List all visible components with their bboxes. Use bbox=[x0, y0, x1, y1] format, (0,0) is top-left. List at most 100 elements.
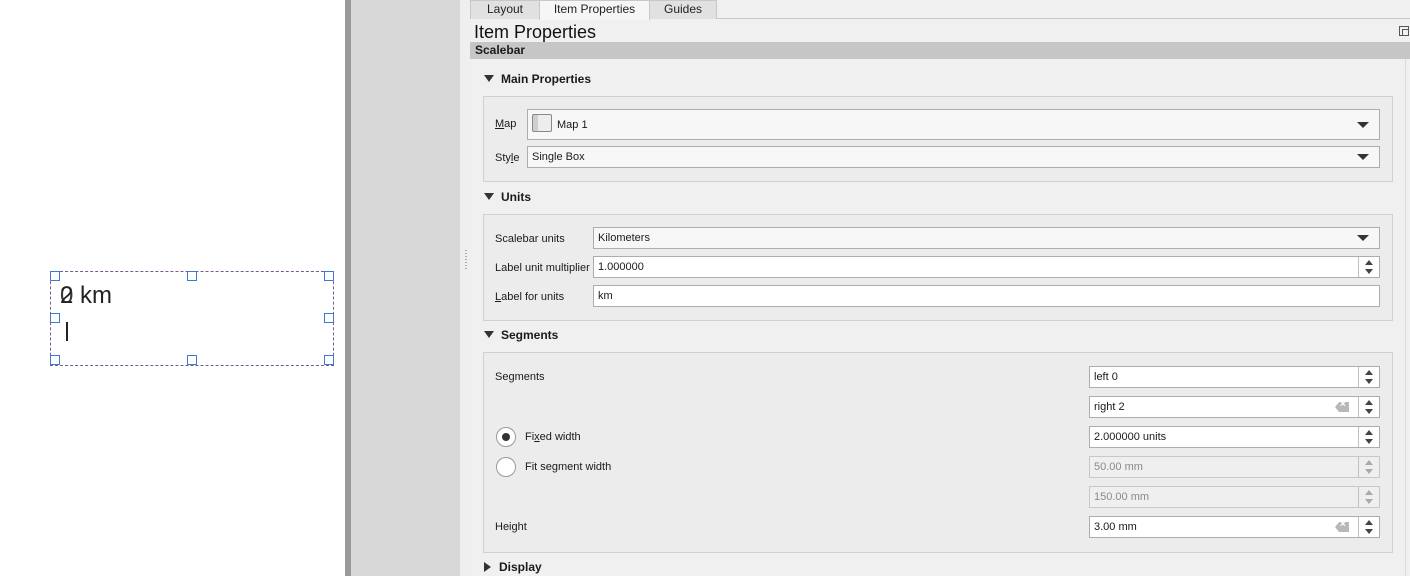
style-label: Style bbox=[495, 152, 520, 164]
map-select[interactable]: Map 1 bbox=[527, 109, 1380, 140]
label-unit-multiplier-label: Label unit multiplier bbox=[495, 262, 590, 274]
chevron-down-icon bbox=[1357, 122, 1369, 128]
label-for-units-value: km bbox=[598, 290, 613, 302]
segments-right-value: right 2 bbox=[1094, 401, 1125, 413]
map-label: Map bbox=[495, 118, 517, 130]
splitter-grip[interactable] bbox=[465, 250, 467, 270]
canvas-outside-area bbox=[351, 0, 460, 576]
map-select-value: Map 1 bbox=[557, 118, 588, 131]
resize-handle-right[interactable] bbox=[324, 313, 334, 323]
segments-left-value: left 0 bbox=[1094, 371, 1118, 383]
spin-down-icon bbox=[1365, 439, 1373, 444]
resize-handle-top[interactable] bbox=[187, 271, 197, 281]
spin-buttons[interactable] bbox=[1358, 257, 1379, 277]
spin-up-icon bbox=[1365, 490, 1373, 495]
scalebar-units-value: Kilometers bbox=[598, 232, 650, 244]
layout-canvas[interactable]: 0 2 km bbox=[0, 0, 345, 576]
display-toggle[interactable]: Display bbox=[484, 560, 542, 576]
expand-arrow-icon bbox=[484, 561, 491, 572]
spin-up-icon bbox=[1365, 520, 1373, 525]
segments-toggle[interactable]: Segments bbox=[484, 328, 558, 344]
spin-down-icon bbox=[1365, 409, 1373, 414]
spin-down-icon bbox=[1365, 379, 1373, 384]
spin-buttons[interactable] bbox=[1358, 487, 1379, 507]
fixed-width-value: 2.000000 units bbox=[1094, 431, 1167, 443]
spin-down-icon bbox=[1365, 529, 1373, 534]
segments-title: Segments bbox=[501, 328, 559, 342]
item-properties-panel: Layout Item Properties Guides Item Prope… bbox=[470, 0, 1410, 576]
collapse-arrow-icon bbox=[484, 331, 494, 339]
fit-max-width-spinbox[interactable]: 150.00 mm bbox=[1089, 486, 1380, 508]
clear-value-icon[interactable] bbox=[1335, 522, 1349, 532]
undock-icon[interactable] bbox=[1399, 26, 1409, 36]
scalebar-item[interactable]: 0 2 km bbox=[50, 271, 334, 366]
fit-min-width-spinbox[interactable]: 50.00 mm bbox=[1089, 456, 1380, 478]
resize-handle-bottom-left[interactable] bbox=[50, 355, 60, 365]
height-label: Height bbox=[495, 521, 527, 533]
fixed-width-spinbox[interactable]: 2.000000 units bbox=[1089, 426, 1380, 448]
panel-tab-bar: Layout Item Properties Guides bbox=[470, 0, 1410, 20]
resize-handle-top-right[interactable] bbox=[324, 271, 334, 281]
tab-item-properties[interactable]: Item Properties bbox=[539, 0, 650, 20]
scalebar-units-label: Scalebar units bbox=[495, 233, 565, 245]
spin-up-icon bbox=[1365, 460, 1373, 465]
properties-content: Main Properties Map Map 1 Style Single B… bbox=[470, 59, 1405, 576]
fixed-width-radio[interactable] bbox=[496, 427, 516, 447]
dock-splitter[interactable] bbox=[460, 0, 470, 576]
tab-guides[interactable]: Guides bbox=[649, 0, 717, 19]
height-spinbox[interactable]: 3.00 mm bbox=[1089, 516, 1380, 538]
fit-min-width-value: 50.00 mm bbox=[1094, 461, 1143, 473]
segments-label: Segments bbox=[495, 371, 545, 383]
main-properties-group: Map Map 1 Style Single Box bbox=[483, 96, 1393, 182]
segments-left-spinbox[interactable]: left 0 bbox=[1089, 366, 1380, 388]
display-title: Display bbox=[499, 560, 542, 574]
tab-layout[interactable]: Layout bbox=[470, 0, 540, 19]
resize-handle-bottom[interactable] bbox=[187, 355, 197, 365]
segments-right-spinbox[interactable]: right 2 bbox=[1089, 396, 1380, 418]
resize-handle-left[interactable] bbox=[50, 313, 60, 323]
spin-buttons[interactable] bbox=[1358, 517, 1379, 537]
spin-up-icon bbox=[1365, 400, 1373, 405]
segments-group: Segments left 0 right 2 Fixed width 2.00… bbox=[483, 352, 1393, 553]
label-for-units-label: Label for units bbox=[495, 291, 565, 303]
clear-value-icon[interactable] bbox=[1335, 402, 1349, 412]
resize-handle-bottom-right[interactable] bbox=[324, 355, 334, 365]
spin-down-icon bbox=[1365, 499, 1373, 504]
height-value: 3.00 mm bbox=[1094, 521, 1137, 533]
style-select[interactable]: Single Box bbox=[527, 146, 1380, 168]
spin-buttons[interactable] bbox=[1358, 457, 1379, 477]
label-unit-multiplier-value: 1.000000 bbox=[598, 261, 644, 273]
units-title: Units bbox=[501, 190, 531, 204]
spin-buttons[interactable] bbox=[1358, 397, 1379, 417]
label-unit-multiplier-spinbox[interactable]: 1.000000 bbox=[593, 256, 1380, 278]
label-for-units-input[interactable]: km bbox=[593, 285, 1380, 307]
spin-buttons[interactable] bbox=[1358, 367, 1379, 387]
chevron-down-icon bbox=[1357, 154, 1369, 160]
chevron-down-icon bbox=[1357, 235, 1369, 241]
spin-down-icon bbox=[1365, 469, 1373, 474]
scalebar-units-select[interactable]: Kilometers bbox=[593, 227, 1380, 249]
fit-segment-width-radio[interactable] bbox=[496, 457, 516, 477]
item-type-header: Scalebar bbox=[470, 42, 1410, 59]
collapse-arrow-icon bbox=[484, 193, 494, 201]
map-icon bbox=[532, 114, 552, 132]
fixed-width-label[interactable]: Fixed width bbox=[525, 431, 581, 443]
main-properties-toggle[interactable]: Main Properties bbox=[484, 72, 591, 88]
resize-handle-top-left[interactable] bbox=[50, 271, 60, 281]
fit-segment-width-label[interactable]: Fit segment width bbox=[525, 461, 611, 473]
main-properties-title: Main Properties bbox=[501, 72, 592, 86]
spin-up-icon bbox=[1365, 370, 1373, 375]
collapse-arrow-icon bbox=[484, 75, 494, 83]
units-toggle[interactable]: Units bbox=[484, 190, 531, 206]
panel-title: Item Properties bbox=[474, 22, 597, 42]
scalebar-label-distance: 2 km bbox=[60, 282, 113, 309]
spin-up-icon bbox=[1365, 430, 1373, 435]
spin-up-icon bbox=[1365, 260, 1373, 265]
vertical-scrollbar[interactable] bbox=[1405, 59, 1410, 576]
scalebar-tick bbox=[66, 322, 68, 341]
fit-max-width-value: 150.00 mm bbox=[1094, 491, 1150, 503]
spin-down-icon bbox=[1365, 269, 1373, 274]
units-group: Scalebar units Kilometers Label unit mul… bbox=[483, 214, 1393, 321]
style-select-value: Single Box bbox=[532, 151, 585, 163]
spin-buttons[interactable] bbox=[1358, 427, 1379, 447]
